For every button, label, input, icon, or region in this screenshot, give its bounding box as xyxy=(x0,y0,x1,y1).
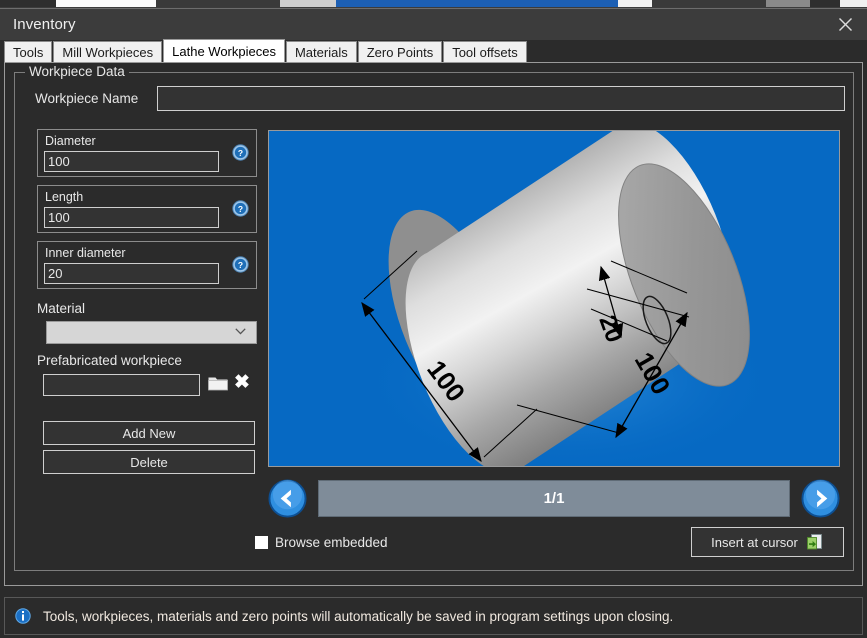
prefabricated-workpiece-label: Prefabricated workpiece xyxy=(37,353,182,368)
workpiece-data-group: Workpiece Data Workpiece Name Diameter ? xyxy=(14,64,854,571)
info-icon xyxy=(15,608,31,624)
tab-content-pane: Workpiece Data Workpiece Name Diameter ? xyxy=(4,62,863,586)
bg-window-fragment xyxy=(156,0,280,7)
arrow-right-icon[interactable] xyxy=(801,479,840,518)
page-indicator-bar[interactable]: 1/1 xyxy=(318,480,790,517)
diameter-label: Diameter xyxy=(45,134,96,148)
arrow-left-icon[interactable] xyxy=(268,479,307,518)
tab-bar: Tools Mill Workpieces Lathe Workpieces M… xyxy=(0,39,867,62)
tab-mill-workpieces[interactable]: Mill Workpieces xyxy=(53,41,163,62)
length-field-group: Length ? xyxy=(37,185,257,233)
close-button[interactable] xyxy=(823,9,867,40)
diameter-field-group: Diameter ? xyxy=(37,129,257,177)
tab-tools[interactable]: Tools xyxy=(4,41,53,62)
clear-prefabricated-icon[interactable]: ✖ xyxy=(234,373,250,393)
prefabricated-workpiece-input[interactable] xyxy=(43,374,200,396)
bg-window-fragment xyxy=(56,0,156,7)
bg-window-fragment xyxy=(280,0,336,7)
length-label: Length xyxy=(45,190,84,204)
browse-embedded-label: Browse embedded xyxy=(275,535,388,550)
material-select[interactable] xyxy=(46,321,257,344)
group-title: Workpiece Data xyxy=(25,64,129,79)
workpiece-render: 100 20 100 xyxy=(269,131,839,466)
bg-active-window-fragment xyxy=(336,0,618,7)
svg-text:?: ? xyxy=(238,148,243,158)
bg-window-fragment xyxy=(0,0,56,7)
workpiece-name-input[interactable] xyxy=(157,86,845,111)
close-icon xyxy=(838,18,852,31)
help-icon[interactable]: ? xyxy=(232,200,249,217)
add-new-button[interactable]: Add New xyxy=(43,421,255,445)
folder-icon[interactable] xyxy=(207,373,229,393)
bg-window-fragment xyxy=(652,0,766,7)
material-label: Material xyxy=(37,301,86,316)
status-message: Tools, workpieces, materials and zero po… xyxy=(43,608,674,624)
status-bar: Tools, workpieces, materials and zero po… xyxy=(4,597,863,635)
workpiece-3d-preview[interactable]: 100 20 100 xyxy=(268,130,840,467)
length-input[interactable] xyxy=(44,207,219,228)
diameter-input[interactable] xyxy=(44,151,219,172)
preview-navigation: 1/1 xyxy=(268,477,840,520)
window-title: Inventory xyxy=(13,16,76,33)
bg-window-fragment xyxy=(810,0,840,7)
left-parameter-column: Diameter ? Length ? xyxy=(37,129,257,474)
browse-embedded-checkbox[interactable]: Browse embedded xyxy=(255,535,388,550)
help-icon[interactable]: ? xyxy=(232,144,249,161)
bg-window-fragment xyxy=(618,0,652,7)
title-bar: Inventory xyxy=(0,9,867,40)
svg-text:?: ? xyxy=(238,204,243,214)
tab-zero-points[interactable]: Zero Points xyxy=(357,41,443,62)
inner-diameter-input[interactable] xyxy=(44,263,219,284)
help-icon[interactable]: ? xyxy=(232,256,249,273)
workpiece-name-label: Workpiece Name xyxy=(35,91,139,106)
svg-text:?: ? xyxy=(238,260,243,270)
inner-diameter-label: Inner diameter xyxy=(45,246,126,260)
insert-at-cursor-button[interactable]: Insert at cursor xyxy=(691,527,844,557)
insert-document-icon xyxy=(806,534,822,550)
insert-at-cursor-label: Insert at cursor xyxy=(711,534,798,550)
checkbox-box[interactable] xyxy=(255,536,268,549)
tab-lathe-workpieces[interactable]: Lathe Workpieces xyxy=(163,39,285,62)
tab-tool-offsets[interactable]: Tool offsets xyxy=(443,41,527,62)
page-indicator-text: 1/1 xyxy=(543,490,565,507)
inner-diameter-field-group: Inner diameter ? xyxy=(37,241,257,289)
inventory-window: Inventory Tools Mill Workpieces Lathe Wo… xyxy=(0,8,867,638)
delete-button[interactable]: Delete xyxy=(43,450,255,474)
bg-window-fragment xyxy=(840,0,867,7)
tab-materials[interactable]: Materials xyxy=(285,41,357,62)
bg-window-fragment xyxy=(766,0,810,7)
